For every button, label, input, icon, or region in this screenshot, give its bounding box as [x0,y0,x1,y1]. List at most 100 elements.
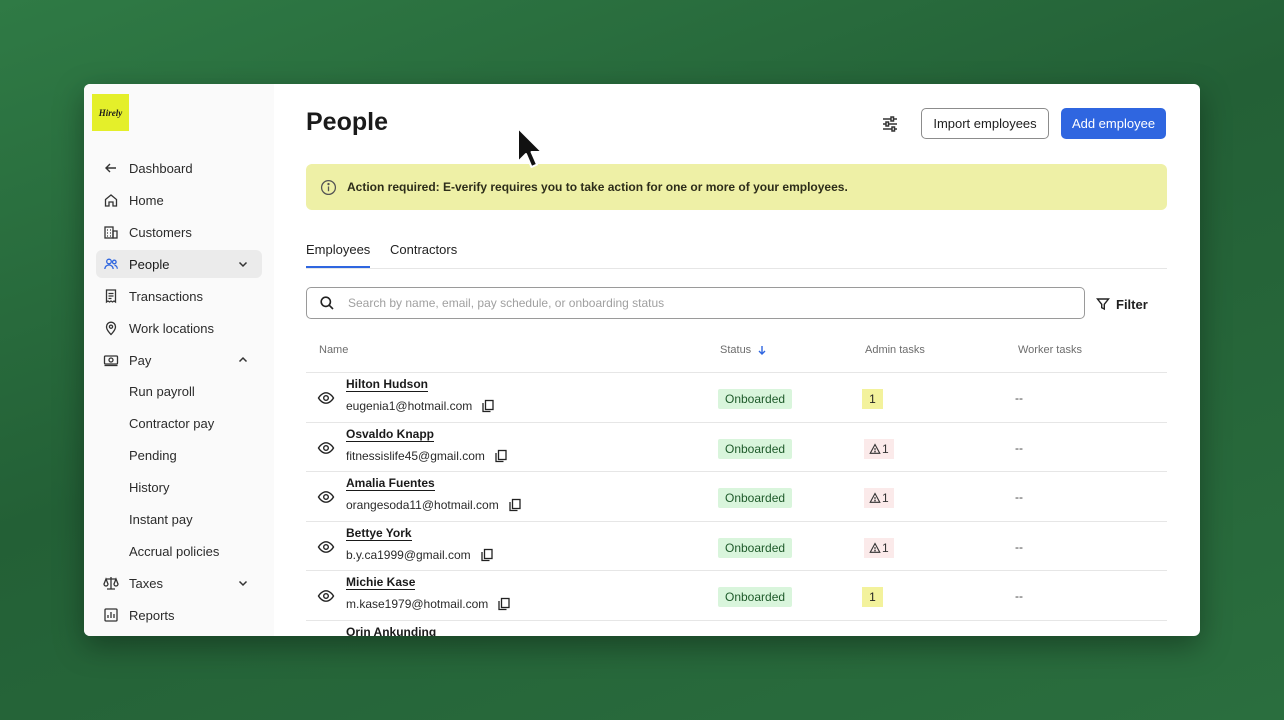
table-row[interactable]: Hilton Hudson eugenia1@hotmail.com Onboa… [306,373,1167,422]
search-box [306,287,1085,319]
hirely-logo[interactable]: Hirely [92,94,129,131]
sidebar-item-pay[interactable]: Pay [96,346,262,374]
chevron-down-icon[interactable] [236,576,250,590]
column-header-status[interactable]: Status [720,344,768,356]
sidebar-item-work-locations[interactable]: Work locations [96,314,262,342]
tab-contractors[interactable]: Contractors [390,242,457,268]
sidebar-item-customers[interactable]: Customers [96,218,262,246]
sidebar-item-label: Taxes [129,575,163,591]
status-badge: Onboarded [718,488,793,508]
table-row[interactable]: Osvaldo Knapp fitnessislife45@gmail.com … [306,423,1167,472]
sidebar-item-reports[interactable]: Reports [96,601,262,629]
worker-tasks-value: -- [1015,441,1023,455]
sidebar-item-dashboard[interactable]: Dashboard [96,154,262,182]
warning-triangle-icon [869,492,881,503]
employee-email: fitnessislife45@gmail.com [346,449,508,463]
employee-name-link[interactable]: Orin Ankunding [346,626,436,637]
sliders-icon[interactable] [880,114,900,134]
sidebar-subitem-accrual-policies[interactable]: Accrual policies [129,539,219,563]
sidebar-item-home[interactable]: Home [96,186,262,214]
chevron-up-icon[interactable] [236,353,250,367]
banner-text: Action required: E-verify requires you t… [347,180,848,194]
sort-arrow-down-icon [758,346,766,355]
column-header-admin-tasks[interactable]: Admin tasks [865,344,925,356]
chevron-down-icon[interactable] [236,257,250,271]
warning-triangle-icon [869,443,881,454]
sidebar: Hirely Dashboard Home Customers People T… [84,84,274,636]
sidebar-item-people[interactable]: People [96,250,262,278]
sidebar-subitem-instant-pay[interactable]: Instant pay [129,507,193,531]
add-employee-button[interactable]: Add employee [1061,108,1166,139]
copy-icon[interactable] [497,597,511,611]
admin-tasks-badge[interactable]: 1 [864,439,894,459]
tab-employees[interactable]: Employees [306,242,371,268]
tabs: Employees Contractors [306,242,1167,268]
sidebar-item-transactions[interactable]: Transactions [96,282,262,310]
scale-icon [102,575,119,592]
search-input[interactable] [348,296,1084,310]
copy-icon[interactable] [481,399,495,413]
tabs-divider [306,268,1167,269]
search-icon [320,296,334,310]
page-title: People [306,108,388,136]
column-header-worker-tasks[interactable]: Worker tasks [1018,344,1082,356]
admin-tasks-badge[interactable]: 1 [862,587,883,607]
status-badge: Onboarded [718,439,793,459]
sidebar-subitem-run-payroll[interactable]: Run payroll [129,379,195,403]
filter-button[interactable]: Filter [1096,294,1148,314]
worker-tasks-value: -- [1015,540,1023,554]
table-row[interactable]: Amalia Fuentes orangesoda11@hotmail.com … [306,472,1167,521]
admin-tasks-badge[interactable]: 1 [864,488,894,508]
employee-email: b.y.ca1999@gmail.com [346,548,494,562]
map-pin-icon [102,320,119,337]
sidebar-item-label: Pay [129,352,152,368]
employee-name-link[interactable]: Hilton Hudson [346,378,428,392]
sidebar-subitem-contractor-pay[interactable]: Contractor pay [129,411,214,435]
admin-tasks-badge[interactable]: 1 [862,389,883,409]
home-icon [102,192,119,209]
import-employees-button[interactable]: Import employees [921,108,1049,139]
employee-email: orangesoda11@hotmail.com [346,498,522,512]
building-icon [102,224,119,241]
employee-name-link[interactable]: Amalia Fuentes [346,477,435,491]
employee-name-link[interactable]: Bettye York [346,527,412,541]
employee-name-link[interactable]: Michie Kase [346,576,416,590]
sidebar-item-label: People [129,256,170,272]
mouse-cursor-icon [517,127,543,168]
filter-icon [1096,298,1110,311]
eye-icon[interactable] [317,439,335,457]
sidebar-item-label: Dashboard [129,160,193,176]
eye-icon[interactable] [317,389,335,407]
receipt-icon [102,288,119,305]
worker-tasks-value: -- [1015,589,1023,603]
app-window: Hirely Dashboard Home Customers People T… [84,84,1200,636]
sidebar-item-label: Home [129,192,164,208]
employee-email: m.kase1979@hotmail.com [346,597,511,611]
money-icon [102,352,119,369]
sidebar-item-taxes[interactable]: Taxes [96,569,262,597]
sidebar-item-label: Transactions [129,288,203,304]
table-row[interactable]: Orin Ankunding [306,621,1167,637]
sidebar-item-label: Work locations [129,320,215,336]
copy-icon[interactable] [480,548,494,562]
people-icon [102,256,119,273]
employee-name-link[interactable]: Osvaldo Knapp [346,428,435,442]
table-row[interactable]: Michie Kase m.kase1979@hotmail.com Onboa… [306,571,1167,620]
eye-icon[interactable] [317,587,335,605]
sidebar-subitem-pending[interactable]: Pending [129,443,177,467]
worker-tasks-value: -- [1015,490,1023,504]
copy-icon[interactable] [508,498,522,512]
eye-icon[interactable] [317,538,335,556]
sidebar-item-label: Reports [129,607,175,623]
table-row[interactable]: Bettye York b.y.ca1999@gmail.com Onboard… [306,522,1167,571]
status-badge: Onboarded [718,587,793,607]
employee-email: eugenia1@hotmail.com [346,399,495,413]
eye-icon[interactable] [317,488,335,506]
column-header-name[interactable]: Name [319,344,348,356]
admin-tasks-badge[interactable]: 1 [864,538,894,558]
status-badge: Onboarded [718,538,793,558]
copy-icon[interactable] [494,449,508,463]
action-required-banner: Action required: E-verify requires you t… [306,164,1167,210]
sidebar-subitem-history[interactable]: History [129,475,169,499]
worker-tasks-value: -- [1015,391,1023,405]
